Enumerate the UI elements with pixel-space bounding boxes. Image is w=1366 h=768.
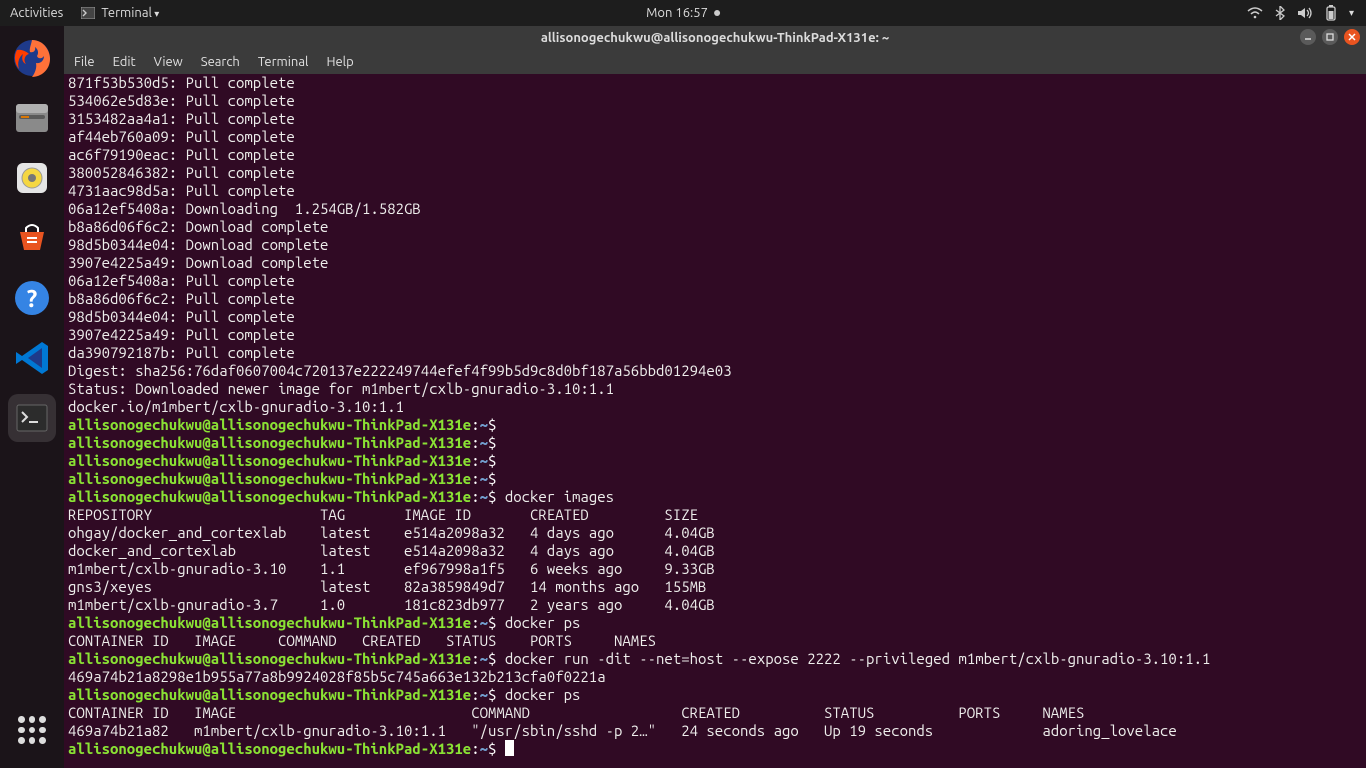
minimize-button[interactable] [1300, 29, 1316, 45]
terminal-menubar: File Edit View Search Terminal Help [64, 50, 1366, 74]
menu-help[interactable]: Help [326, 55, 353, 69]
files-icon [12, 98, 52, 138]
menu-edit[interactable]: Edit [113, 55, 136, 69]
files-launcher[interactable] [8, 94, 56, 142]
close-button[interactable] [1344, 29, 1360, 45]
gnome-top-panel: Activities Terminal Mon 16:57 ▾ [0, 0, 1366, 26]
vscode-icon [12, 338, 52, 378]
window-title: allisonogechukwu@allisonogechukwu-ThinkP… [541, 31, 889, 45]
menu-file[interactable]: File [74, 55, 95, 69]
terminal-launcher[interactable] [8, 394, 56, 442]
battery-icon [1325, 5, 1337, 21]
notification-dot-icon [714, 10, 720, 16]
svg-text:?: ? [27, 285, 38, 312]
app-menu-label: Terminal [101, 6, 159, 20]
terminal-viewport[interactable]: 871f53b530d5: Pull complete 534062e5d83e… [64, 74, 1366, 768]
bluetooth-icon [1275, 6, 1285, 20]
apps-grid-icon [18, 716, 46, 744]
firefox-icon [11, 37, 53, 79]
wifi-icon [1247, 7, 1263, 19]
menu-view[interactable]: View [154, 55, 183, 69]
vscode-launcher[interactable] [8, 334, 56, 382]
gnome-dock: ? [0, 26, 64, 768]
window-titlebar[interactable]: allisonogechukwu@allisonogechukwu-ThinkP… [64, 26, 1366, 50]
menu-terminal[interactable]: Terminal [258, 55, 309, 69]
rhythmbox-icon [12, 158, 52, 198]
show-applications[interactable] [8, 706, 56, 754]
help-launcher[interactable]: ? [8, 274, 56, 322]
clock-label: Mon 16:57 [646, 6, 708, 20]
maximize-button[interactable] [1322, 29, 1338, 45]
help-icon: ? [12, 278, 52, 318]
rhythmbox-launcher[interactable] [8, 154, 56, 202]
software-icon [12, 218, 52, 258]
app-menu[interactable]: Terminal [81, 6, 159, 20]
terminal-window: allisonogechukwu@allisonogechukwu-ThinkP… [64, 26, 1366, 768]
activities-button[interactable]: Activities [10, 6, 63, 20]
software-launcher[interactable] [8, 214, 56, 262]
clock[interactable]: Mon 16:57 [646, 6, 720, 20]
terminal-icon [12, 398, 52, 438]
system-caret-icon: ▾ [1349, 7, 1354, 19]
terminal-menu-icon [81, 7, 95, 19]
volume-icon [1297, 7, 1313, 19]
menu-search[interactable]: Search [201, 55, 240, 69]
system-status-area[interactable]: ▾ [1247, 5, 1366, 21]
firefox-launcher[interactable] [8, 34, 56, 82]
